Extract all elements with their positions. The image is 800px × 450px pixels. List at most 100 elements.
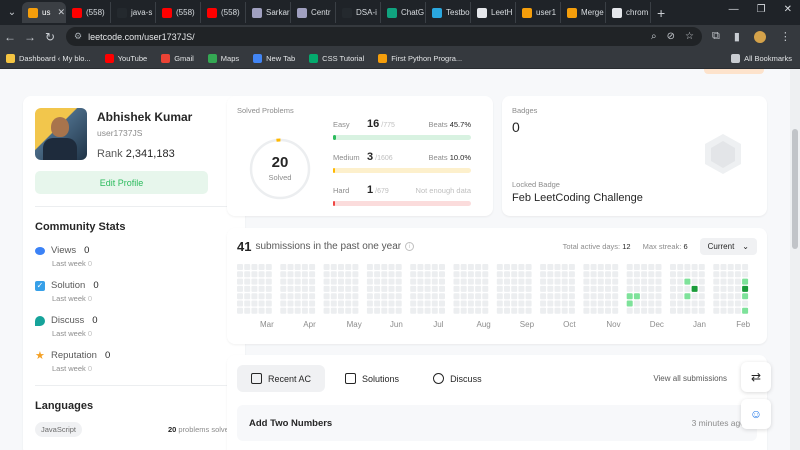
- heatmap-cell[interactable]: [439, 293, 445, 300]
- heatmap-cell[interactable]: [605, 285, 611, 292]
- heatmap-cell[interactable]: [734, 293, 741, 300]
- browser-tab[interactable]: Centr: [291, 2, 336, 23]
- heatmap-cell[interactable]: [237, 271, 243, 278]
- heatmap-cell[interactable]: [590, 307, 597, 314]
- heatmap-cell[interactable]: [453, 271, 460, 278]
- heatmap-cell[interactable]: [713, 293, 720, 300]
- heatmap-cell[interactable]: [540, 264, 547, 270]
- heatmap-cell[interactable]: [475, 271, 482, 278]
- bookmark-item[interactable]: First Python Progra...: [378, 53, 462, 63]
- heatmap-cell[interactable]: [251, 278, 258, 285]
- eye-off-icon[interactable]: ⊘: [667, 31, 675, 42]
- heatmap-cell[interactable]: [633, 264, 640, 270]
- heatmap-cell[interactable]: [670, 264, 676, 270]
- heatmap-cell[interactable]: [439, 278, 445, 285]
- heatmap-cell[interactable]: [727, 300, 734, 307]
- heatmap-cell[interactable]: [301, 293, 308, 300]
- heatmap-cell[interactable]: [301, 307, 308, 314]
- heatmap-cell[interactable]: [612, 293, 619, 300]
- heatmap-cell[interactable]: [244, 300, 251, 307]
- heatmap-cell[interactable]: [424, 278, 431, 285]
- heatmap-cell[interactable]: [698, 300, 705, 307]
- heatmap-cell[interactable]: [439, 285, 445, 292]
- heatmap-cell[interactable]: [655, 264, 662, 270]
- heatmap-cell[interactable]: [727, 293, 734, 300]
- heatmap-cell[interactable]: [727, 285, 734, 292]
- heatmap-cell[interactable]: [583, 300, 590, 307]
- heatmap-cell[interactable]: [294, 307, 301, 314]
- heatmap-cell[interactable]: [366, 271, 373, 278]
- heatmap-cell[interactable]: [251, 264, 258, 270]
- heatmap-cell[interactable]: [698, 285, 705, 292]
- heatmap-cell[interactable]: [482, 293, 489, 300]
- tab-solutions[interactable]: Solutions: [331, 365, 413, 392]
- heatmap-cell[interactable]: [309, 278, 316, 285]
- heatmap-cell[interactable]: [677, 300, 684, 307]
- heatmap-cell[interactable]: [251, 271, 258, 278]
- heatmap-cell[interactable]: [395, 293, 402, 300]
- heatmap-cell[interactable]: [496, 293, 503, 300]
- heatmap-cell[interactable]: [280, 293, 287, 300]
- heatmap-cell[interactable]: [244, 307, 251, 314]
- heatmap-cell[interactable]: [511, 285, 518, 292]
- heatmap-cell[interactable]: [410, 278, 417, 285]
- heatmap-cell[interactable]: [366, 264, 373, 270]
- heatmap-cell[interactable]: [381, 264, 388, 270]
- heatmap-cell[interactable]: [482, 307, 489, 314]
- heatmap-cell[interactable]: [338, 293, 344, 300]
- heatmap-cell[interactable]: [475, 293, 482, 300]
- heatmap-cell[interactable]: [338, 271, 344, 278]
- bookmark-item[interactable]: Gmail: [161, 53, 194, 63]
- tab-discuss[interactable]: Discuss: [419, 365, 496, 392]
- heatmap-cell[interactable]: [691, 285, 698, 292]
- heatmap-cell[interactable]: [720, 264, 727, 270]
- browser-tab[interactable]: user1: [516, 2, 561, 23]
- heatmap-cell[interactable]: [381, 271, 388, 278]
- heatmap-cell[interactable]: [525, 278, 532, 285]
- heatmap-cell[interactable]: [258, 285, 265, 292]
- heatmap-cell[interactable]: [323, 307, 330, 314]
- heatmap-cell[interactable]: [684, 307, 691, 314]
- heatmap-cell[interactable]: [648, 264, 655, 270]
- heatmap-cell[interactable]: [301, 271, 308, 278]
- heatmap-cell[interactable]: [431, 300, 438, 307]
- bookmark-star-icon[interactable]: ☆: [685, 31, 694, 42]
- heatmap-cell[interactable]: [727, 264, 734, 270]
- heatmap-cell[interactable]: [641, 293, 648, 300]
- heatmap-cell[interactable]: [417, 264, 424, 270]
- heatmap-cell[interactable]: [475, 264, 482, 270]
- heatmap-cell[interactable]: [547, 264, 554, 270]
- heatmap-cell[interactable]: [677, 307, 684, 314]
- heatmap-cell[interactable]: [626, 307, 633, 314]
- heatmap-cell[interactable]: [590, 278, 597, 285]
- heatmap-cell[interactable]: [605, 293, 611, 300]
- heatmap-cell[interactable]: [287, 300, 294, 307]
- heatmap-cell[interactable]: [655, 285, 662, 292]
- maximize-icon[interactable]: ❐: [757, 4, 766, 15]
- heatmap-cell[interactable]: [590, 264, 597, 270]
- side-panel-icon[interactable]: ▮: [734, 30, 740, 43]
- heatmap-cell[interactable]: [734, 307, 741, 314]
- heatmap-cell[interactable]: [648, 285, 655, 292]
- heatmap-cell[interactable]: [294, 300, 301, 307]
- heatmap-cell[interactable]: [590, 300, 597, 307]
- heatmap-cell[interactable]: [482, 278, 489, 285]
- heatmap-cell[interactable]: [374, 285, 381, 292]
- heatmap-cell[interactable]: [648, 278, 655, 285]
- heatmap-cell[interactable]: [410, 307, 417, 314]
- heatmap-cell[interactable]: [633, 278, 640, 285]
- heatmap-cell[interactable]: [417, 278, 424, 285]
- heatmap-cell[interactable]: [258, 264, 265, 270]
- heatmap-cell[interactable]: [323, 264, 330, 270]
- heatmap-cell[interactable]: [525, 300, 532, 307]
- heatmap-cell[interactable]: [352, 264, 359, 270]
- heatmap-cell[interactable]: [525, 271, 532, 278]
- heatmap-cell[interactable]: [677, 285, 684, 292]
- heatmap-cell[interactable]: [366, 293, 373, 300]
- heatmap-cell[interactable]: [612, 271, 619, 278]
- heatmap-cell[interactable]: [641, 307, 648, 314]
- heatmap-cell[interactable]: [727, 278, 734, 285]
- heatmap-cell[interactable]: [338, 307, 344, 314]
- heatmap-cell[interactable]: [655, 271, 662, 278]
- heatmap-cell[interactable]: [597, 307, 604, 314]
